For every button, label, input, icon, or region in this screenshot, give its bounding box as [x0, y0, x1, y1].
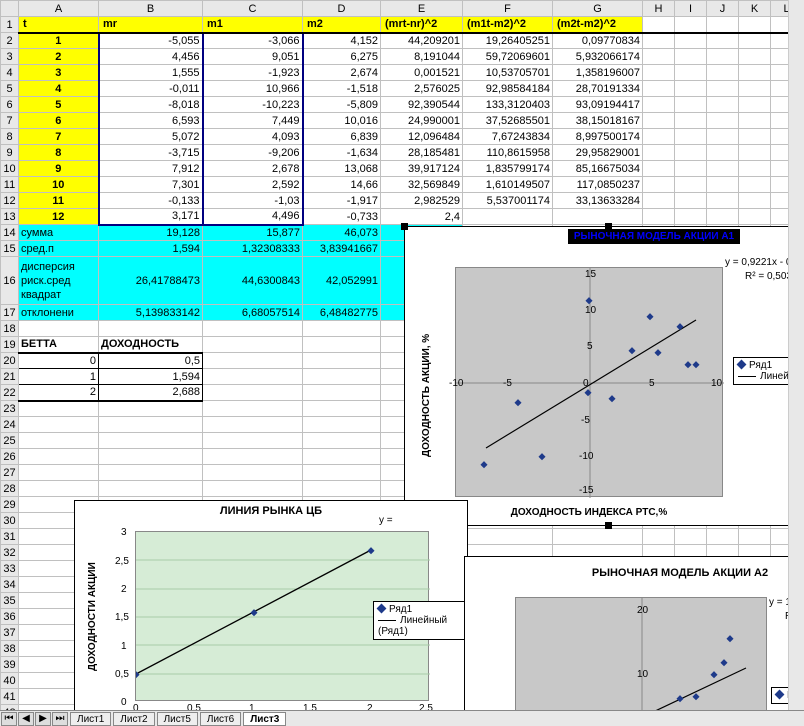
sheet-tabs: ⏮◀▶⏭Лист1Лист2Лист5Лист6Лист3	[0, 710, 804, 726]
chart-a2-title: РЫНОЧНАЯ МОДЕЛЬ АКЦИИ А2	[465, 563, 804, 579]
chart-cb-ylabel: ДОХОДНОСТИ АКЦИИ	[87, 562, 98, 671]
sheet-tab[interactable]: Лист5	[157, 712, 198, 726]
sheet-tab[interactable]: Лист2	[113, 712, 154, 726]
chart-cb[interactable]: ЛИНИЯ РЫНКА ЦБ ДОХОДНОСТИ АКЦИИ 3 2,5 2 …	[74, 500, 468, 726]
vertical-scrollbar[interactable]	[788, 0, 804, 710]
chart-a1[interactable]: РЫНОЧНАЯ МОДЕЛЬ АКЦИИ А1 ДОХОДНОСТЬ АКЦИ…	[404, 226, 804, 526]
sheet-tab[interactable]: Лист3	[243, 712, 286, 726]
tab-nav[interactable]: ▶	[35, 712, 51, 726]
sheet-tab[interactable]: Лист1	[70, 712, 111, 726]
tab-nav[interactable]: ⏭	[52, 712, 68, 726]
tab-nav[interactable]: ◀	[18, 712, 34, 726]
tab-nav[interactable]: ⏮	[1, 712, 17, 726]
sheet-tab[interactable]: Лист6	[200, 712, 241, 726]
chart-a1-title: РЫНОЧНАЯ МОДЕЛЬ АКЦИИ А1	[568, 229, 740, 244]
chart-a1-ylabel: ДОХОДНОСТЬ АКЦИИ, %	[421, 334, 432, 457]
chart-a2[interactable]: РЫНОЧНАЯ МОДЕЛЬ АКЦИИ А2 20 10 y = 1,030…	[464, 556, 804, 726]
chart-a2-plot	[516, 598, 768, 726]
chart-cb-eq: y =	[379, 515, 393, 526]
spreadsheet-view: ABCDEFGHIJKL1tmrm1m2(mrt-nr)^2(m1t-m2)^2…	[0, 0, 804, 726]
chart-cb-title: ЛИНИЯ РЫНКА ЦБ	[75, 501, 467, 517]
chart-cb-legend: Ряд1 Линейный (Ряд1)	[373, 601, 467, 640]
chart-a1-plot	[456, 268, 724, 498]
chart-a1-xlabel: ДОХОДНОСТЬ ИНДЕКСА РТС,%	[455, 507, 723, 518]
